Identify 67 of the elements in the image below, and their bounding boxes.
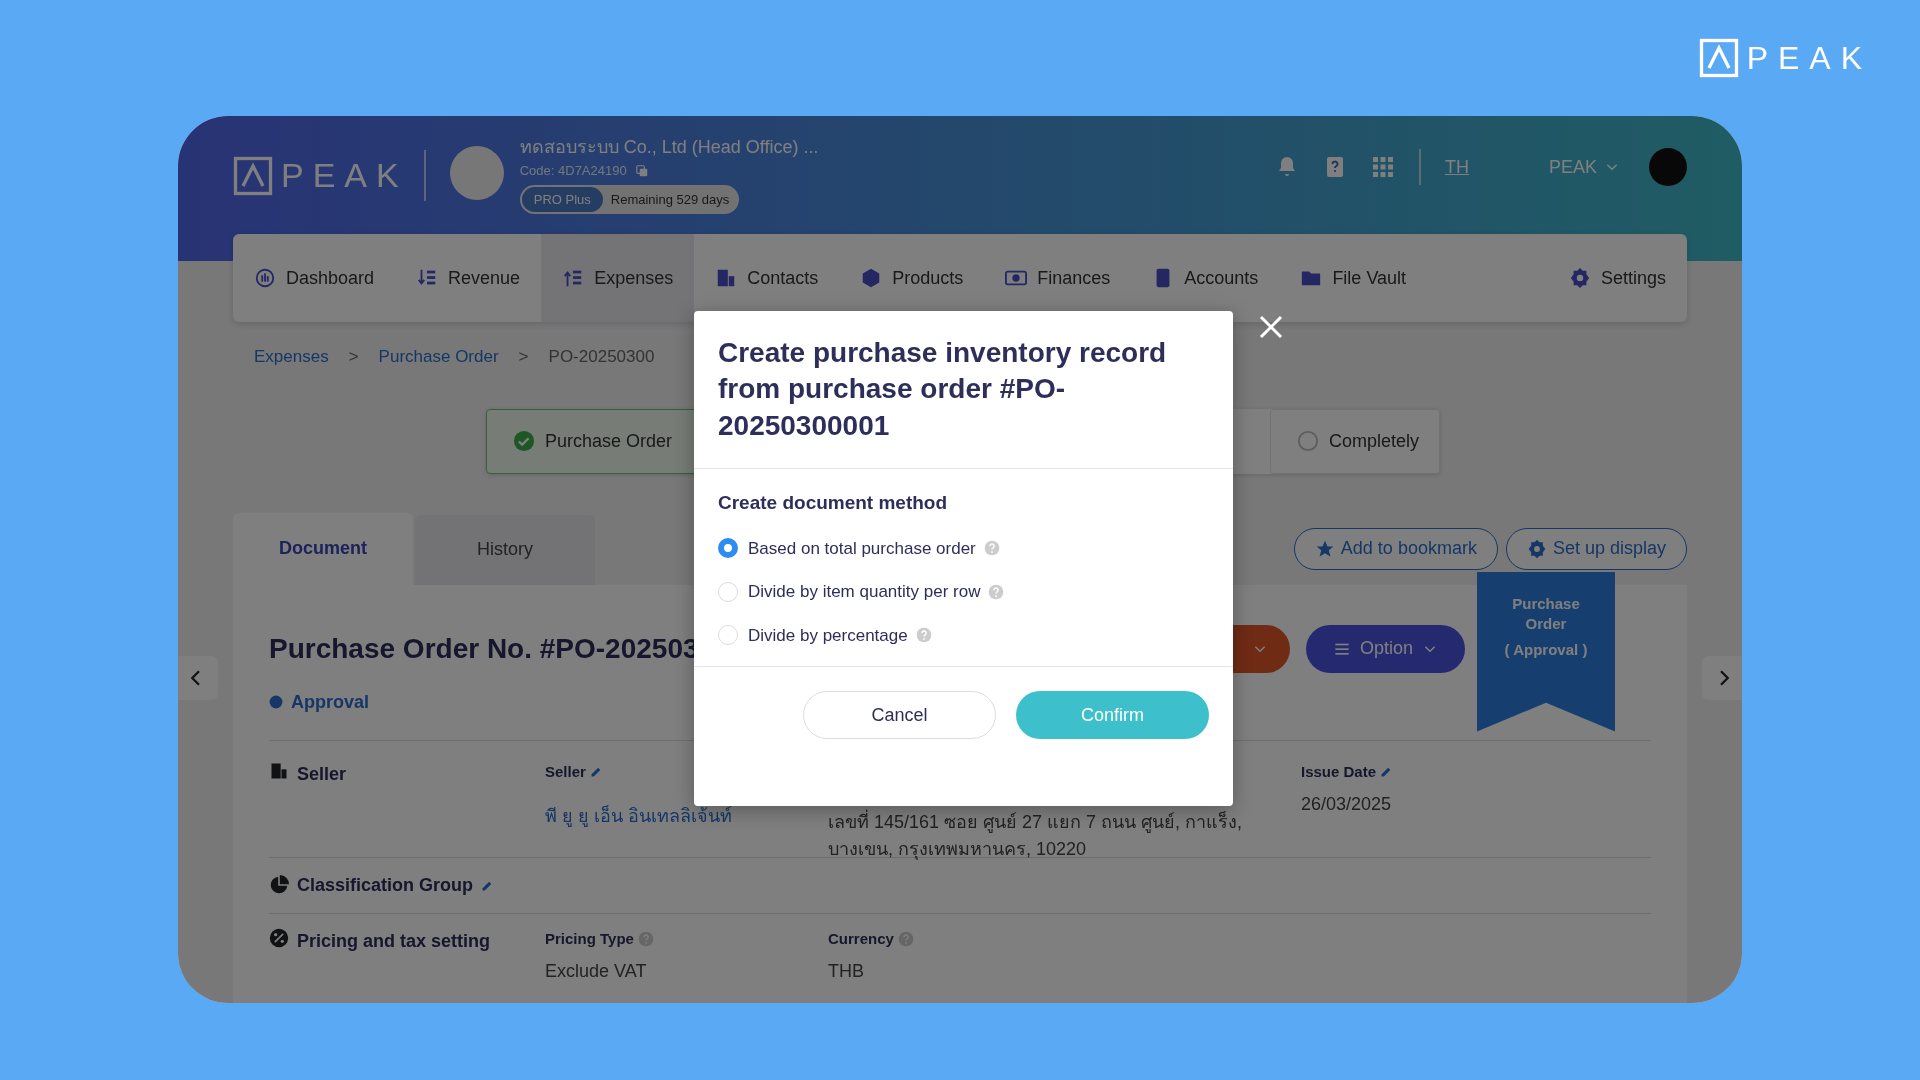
action-button[interactable]: Add to bookmark bbox=[1293, 527, 1498, 570]
settings-icon bbox=[1526, 538, 1547, 559]
radio-option[interactable]: Divide by item quantity per row bbox=[718, 579, 981, 605]
nav-tab[interactable]: Settings bbox=[1547, 234, 1687, 322]
percent-badge-icon bbox=[269, 927, 289, 948]
radio-button[interactable] bbox=[718, 538, 738, 559]
nav-tab[interactable]: Expenses bbox=[541, 234, 695, 322]
help-icon[interactable] bbox=[897, 930, 914, 947]
plan-name: PRO Plus bbox=[521, 186, 603, 212]
previous-button[interactable] bbox=[178, 656, 218, 700]
breadcrumb-link[interactable]: Purchase Order bbox=[378, 344, 499, 370]
next-button[interactable] bbox=[1702, 656, 1742, 700]
radio-option[interactable]: Based on total purchase order bbox=[718, 535, 976, 562]
help-icon[interactable] bbox=[983, 540, 1000, 557]
logo-mark-icon bbox=[1698, 38, 1739, 78]
apps-grid-icon[interactable] bbox=[1370, 155, 1395, 179]
breadcrumb-separator: > bbox=[348, 346, 359, 368]
status-dot-icon bbox=[269, 695, 283, 709]
field-value: Exclude VAT bbox=[545, 960, 648, 983]
section-heading: Pricing and tax setting bbox=[297, 929, 491, 953]
field-label: Pricing Type bbox=[545, 928, 634, 949]
user-avatar[interactable] bbox=[1649, 148, 1687, 186]
ribbon-text: ( Approval ) bbox=[1503, 640, 1589, 660]
company-avatar bbox=[449, 146, 504, 200]
step-label: Completely bbox=[1329, 429, 1420, 453]
radio-option[interactable]: Divide by percentage bbox=[718, 622, 908, 649]
ribbon-text: Purchase Order bbox=[1511, 593, 1581, 634]
nav-tab[interactable]: File Vault bbox=[1279, 234, 1428, 322]
address-line: เลขที่ 145/161 ซอย ศูนย์ 27 แยก 7 ถนน ศูนย์, กาแร็ง, bbox=[828, 808, 1244, 835]
help-icon[interactable] bbox=[915, 627, 932, 644]
dialog-title: Create purchase inventory record from purchase order #PO-20250300001 bbox=[694, 311, 1233, 470]
document-tab[interactable]: History bbox=[415, 514, 595, 585]
field-value: 26/03/2025 bbox=[1301, 793, 1393, 816]
field-value: THB bbox=[828, 960, 865, 983]
help-icon[interactable] bbox=[637, 930, 654, 947]
seller-link[interactable]: พี ยู ยู เอ็น อินเทลลิเจ้นท์ bbox=[545, 803, 828, 830]
company-name: ทดสอบระบบ Co., Ltd (Head Office) ... bbox=[519, 136, 819, 159]
help-icon[interactable] bbox=[988, 583, 1005, 600]
company-code: Code: 4D7A24190 bbox=[519, 162, 627, 180]
breadcrumb-link[interactable]: Expenses bbox=[254, 344, 329, 370]
cancel-button[interactable]: Cancel bbox=[803, 691, 996, 740]
step-label: Purchase Order bbox=[545, 429, 673, 453]
logo-text: PEAK bbox=[281, 155, 408, 196]
remaining-days: Remaining 529 days bbox=[602, 189, 738, 209]
logo-text: PEAK bbox=[1746, 39, 1872, 78]
option-button[interactable]: Option bbox=[1305, 624, 1465, 673]
nav-tab[interactable]: Dashboard bbox=[233, 234, 396, 322]
field-label: Issue Date bbox=[1301, 761, 1377, 782]
breadcrumb-current: PO-20250300 bbox=[548, 346, 655, 368]
copy-icon[interactable] bbox=[634, 163, 649, 178]
section-heading: Seller bbox=[297, 762, 347, 786]
address-line: บางเขน, กรุงเทพมหานคร, 10220 bbox=[828, 837, 1088, 862]
pie-chart-icon bbox=[269, 875, 289, 895]
nav-tab[interactable]: Revenue bbox=[395, 234, 542, 322]
dashboard-chart-icon bbox=[254, 267, 276, 289]
document-tab[interactable]: Document bbox=[233, 512, 413, 585]
status-text: Approval bbox=[291, 690, 369, 714]
breadcrumb-separator: > bbox=[518, 346, 529, 368]
settings-icon bbox=[1568, 267, 1591, 289]
pencil-icon[interactable] bbox=[589, 765, 603, 779]
field-label: Currency bbox=[828, 928, 894, 949]
document-title: Purchase Order No. #PO-202503 bbox=[269, 631, 699, 666]
action-button[interactable]: Set up display bbox=[1505, 527, 1687, 570]
section-heading: Classification Group bbox=[297, 873, 474, 897]
section-label: Create document method bbox=[718, 491, 949, 516]
logo-mark-icon bbox=[233, 155, 273, 196]
field-label: Seller bbox=[545, 761, 586, 782]
